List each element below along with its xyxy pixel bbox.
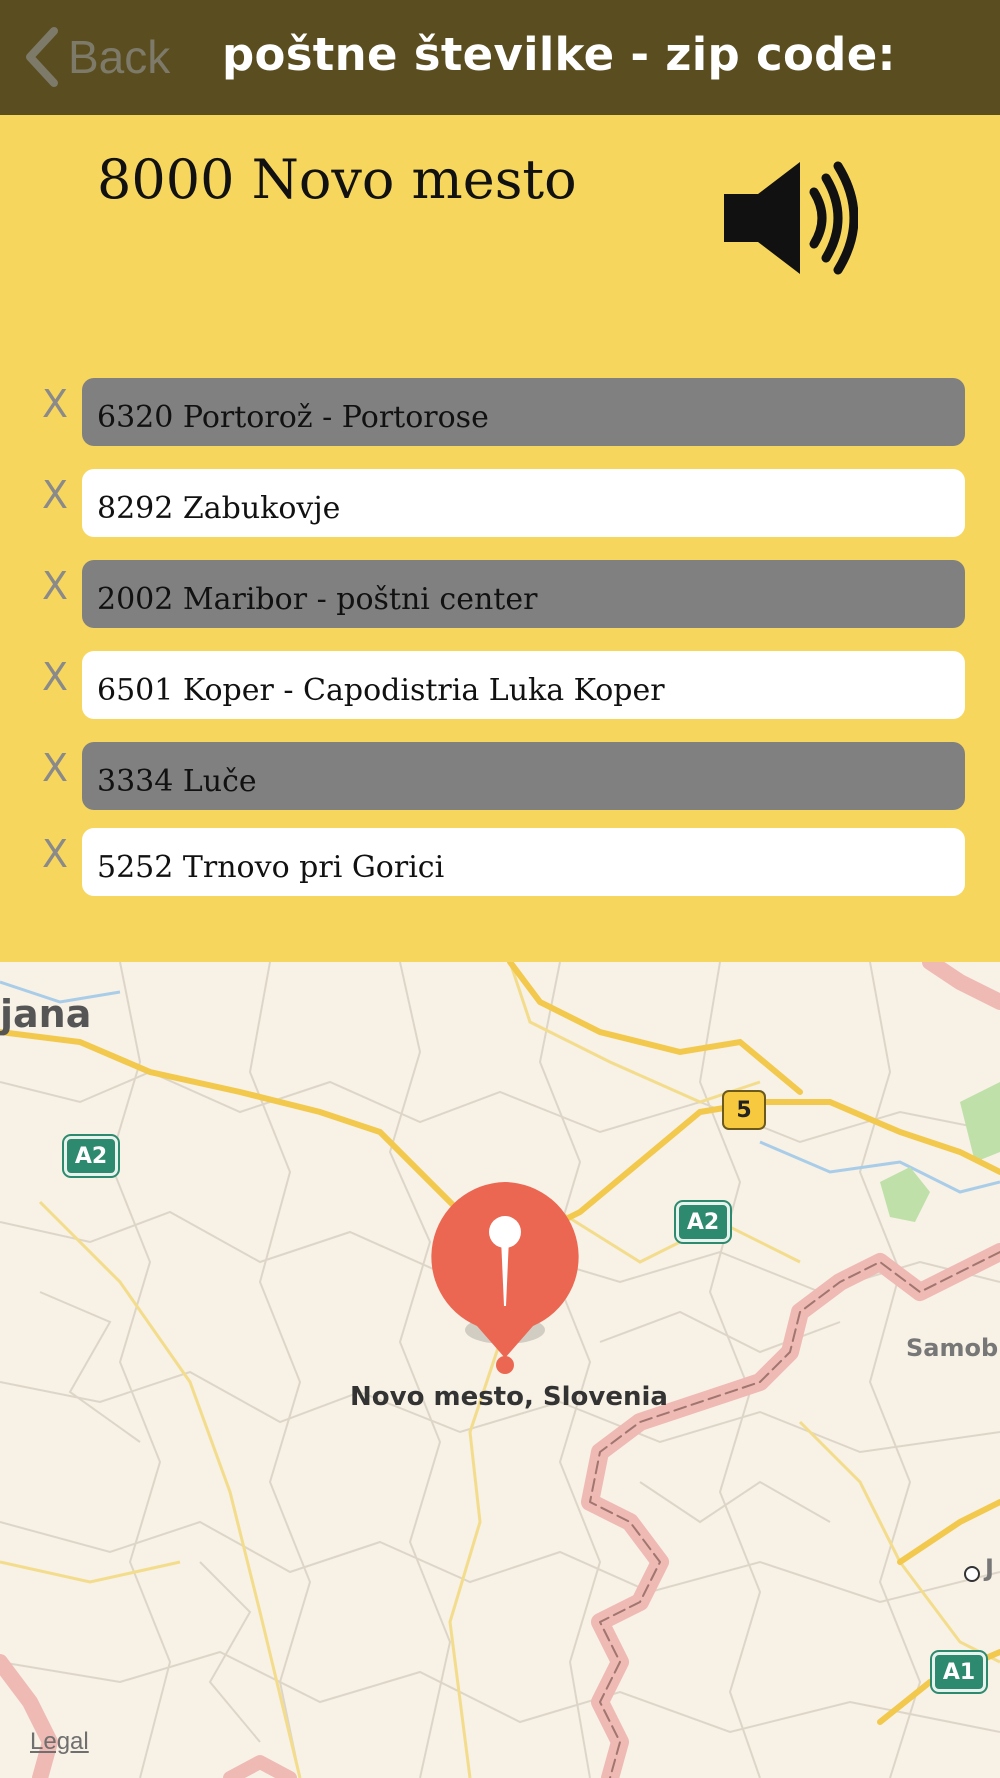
remove-button[interactable]: X [38, 655, 72, 699]
back-label: Back [68, 31, 171, 83]
remove-button[interactable]: X [38, 746, 72, 790]
list-item: X 5252 Trnovo pri Gorici [0, 828, 1000, 898]
list-item: X 3334 Luče [0, 742, 1000, 812]
history-item-button[interactable]: 6501 Koper - Capodistria Luka Koper [82, 651, 965, 719]
speaker-volume-icon[interactable] [718, 158, 859, 278]
road-shield-a2: A2 [676, 1202, 730, 1242]
history-item-button[interactable]: 3334 Luče [82, 742, 965, 810]
list-item: X 6320 Portorož - Portorose [0, 378, 1000, 448]
selected-place-title: 8000 Novo mesto [97, 148, 577, 211]
history-item-button[interactable]: 8292 Zabukovje [82, 469, 965, 537]
map-town-label: J [985, 1554, 994, 1582]
pin-location-label: Novo mesto, Slovenia [350, 1382, 668, 1412]
list-item: X 6501 Koper - Capodistria Luka Koper [0, 651, 1000, 721]
map-city-label: jana [0, 992, 92, 1036]
map-pin-icon[interactable] [425, 1180, 585, 1380]
road-shield-a1: A1 [932, 1652, 986, 1692]
remove-button[interactable]: X [38, 473, 72, 517]
back-button[interactable]: Back [22, 22, 170, 92]
map-town-label: Samob [906, 1334, 999, 1362]
list-item: X 2002 Maribor - poštni center [0, 560, 1000, 630]
page-title: poštne številke - zip code: [222, 28, 896, 81]
road-shield-a2: A2 [64, 1136, 118, 1176]
navigation-bar: Back poštne številke - zip code: [0, 0, 1000, 115]
remove-button[interactable]: X [38, 564, 72, 608]
road-shield-5: 5 [722, 1090, 766, 1130]
chevron-left-icon [26, 27, 58, 87]
remove-button[interactable]: X [38, 382, 72, 426]
remove-button[interactable]: X [38, 832, 72, 876]
legal-link[interactable]: Legal [30, 1728, 89, 1756]
history-item-button[interactable]: 2002 Maribor - poštni center [82, 560, 965, 628]
history-item-button[interactable]: 5252 Trnovo pri Gorici [82, 828, 965, 896]
history-item-button[interactable]: 6320 Portorož - Portorose [82, 378, 965, 446]
list-item: X 8292 Zabukovje [0, 469, 1000, 539]
